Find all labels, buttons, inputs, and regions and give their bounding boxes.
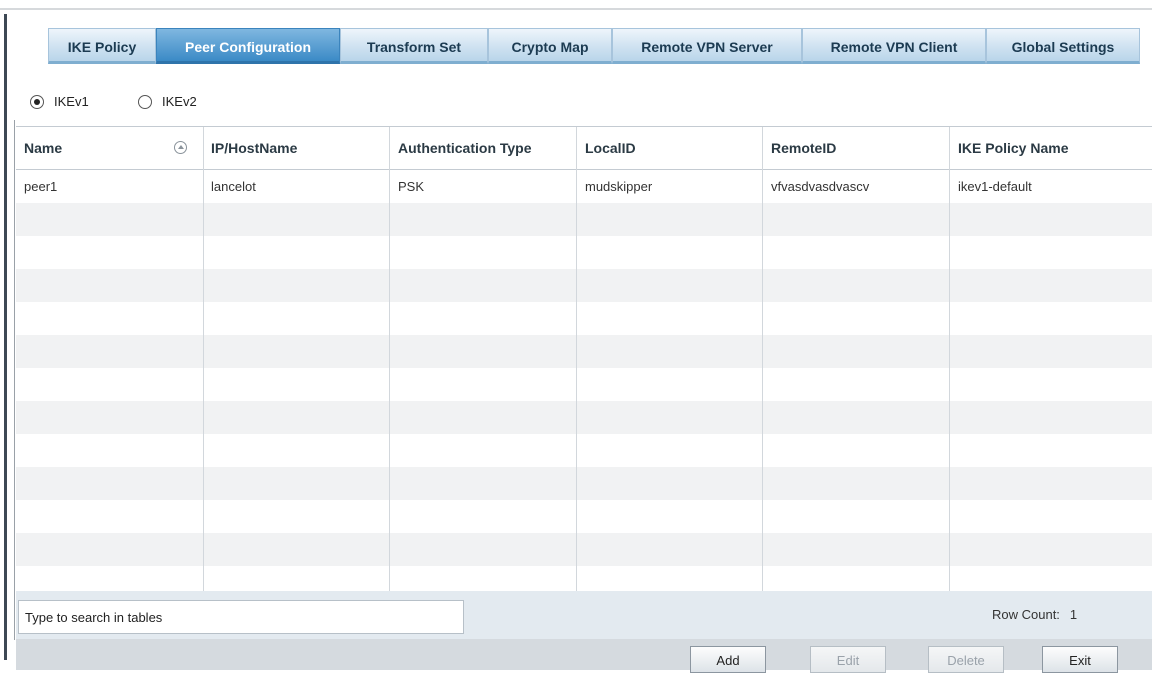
cell-hostname: lancelot — [211, 179, 256, 194]
column-header-hostname[interactable]: IP/HostName — [203, 127, 389, 169]
edit-button[interactable]: Edit — [810, 646, 886, 673]
table-search-input[interactable] — [18, 600, 464, 634]
row-count-value: 1 — [1069, 607, 1078, 622]
empty-row — [16, 203, 1152, 236]
empty-row — [16, 269, 1152, 302]
ikev1-radio[interactable]: IKEv1 — [30, 94, 89, 109]
tab-remote-vpn-server[interactable]: Remote VPN Server — [612, 28, 802, 64]
row-count: Row Count: 1 — [992, 607, 1077, 622]
empty-row — [16, 302, 1152, 335]
cell-local-id: mudskipper — [585, 179, 653, 194]
column-header-remote-id[interactable]: RemoteID — [763, 127, 949, 169]
empty-row — [16, 368, 1152, 401]
empty-row — [16, 566, 1152, 591]
row-count-label: Row Count: — [992, 607, 1060, 622]
grid-left-border — [14, 120, 15, 640]
exit-button[interactable]: Exit — [1042, 646, 1118, 673]
delete-button[interactable]: Delete — [928, 646, 1004, 673]
column-header-ike-policy-name[interactable]: IKE Policy Name — [950, 127, 1152, 169]
empty-row — [16, 434, 1152, 467]
column-header-local-id[interactable]: LocalID — [577, 127, 763, 169]
empty-row — [16, 500, 1152, 533]
add-button[interactable]: Add — [690, 646, 766, 673]
empty-row — [16, 467, 1152, 500]
column-divider — [576, 127, 577, 591]
column-divider — [949, 127, 950, 591]
table-row[interactable]: peer1 lancelot PSK mudskipper vfvasdvasd… — [16, 170, 1152, 203]
tab-crypto-map[interactable]: Crypto Map — [488, 28, 612, 64]
tab-peer-configuration[interactable]: Peer Configuration — [156, 28, 340, 64]
peer-table: peer1 lancelot PSK mudskipper vfvasdvasd… — [16, 126, 1152, 592]
cell-auth-type: PSK — [398, 179, 425, 194]
tab-global-settings[interactable]: Global Settings — [986, 28, 1140, 64]
empty-row — [16, 335, 1152, 368]
column-divider — [762, 127, 763, 591]
column-divider — [389, 127, 390, 591]
top-divider — [0, 8, 1152, 10]
column-divider — [203, 127, 204, 591]
empty-row — [16, 401, 1152, 434]
action-bar: Add Edit Delete Exit — [16, 639, 1152, 673]
sort-ascending-icon[interactable] — [174, 141, 187, 154]
table-footer: Row Count: 1 — [16, 591, 1152, 639]
cell-name: peer1 — [24, 179, 58, 194]
left-edge-bar — [4, 14, 7, 660]
empty-row — [16, 533, 1152, 566]
tab-transform-set[interactable]: Transform Set — [340, 28, 488, 64]
empty-row — [16, 236, 1152, 269]
radio-selected-icon[interactable] — [30, 94, 44, 109]
ikev2-label: IKEv2 — [162, 94, 197, 109]
ikev1-label: IKEv1 — [54, 94, 89, 109]
table-header: Name IP/HostName Authentication Type Loc… — [16, 127, 1152, 170]
cell-ike-policy-name: ikev1-default — [958, 179, 1032, 194]
tab-remote-vpn-client[interactable]: Remote VPN Client — [802, 28, 986, 64]
cell-remote-id: vfvasdvasdvascv — [771, 179, 870, 194]
ikev2-radio[interactable]: IKEv2 — [138, 94, 197, 109]
tab-ike-policy[interactable]: IKE Policy — [48, 28, 156, 64]
radio-unselected-icon[interactable] — [138, 94, 152, 109]
column-header-auth-type[interactable]: Authentication Type — [390, 127, 576, 169]
